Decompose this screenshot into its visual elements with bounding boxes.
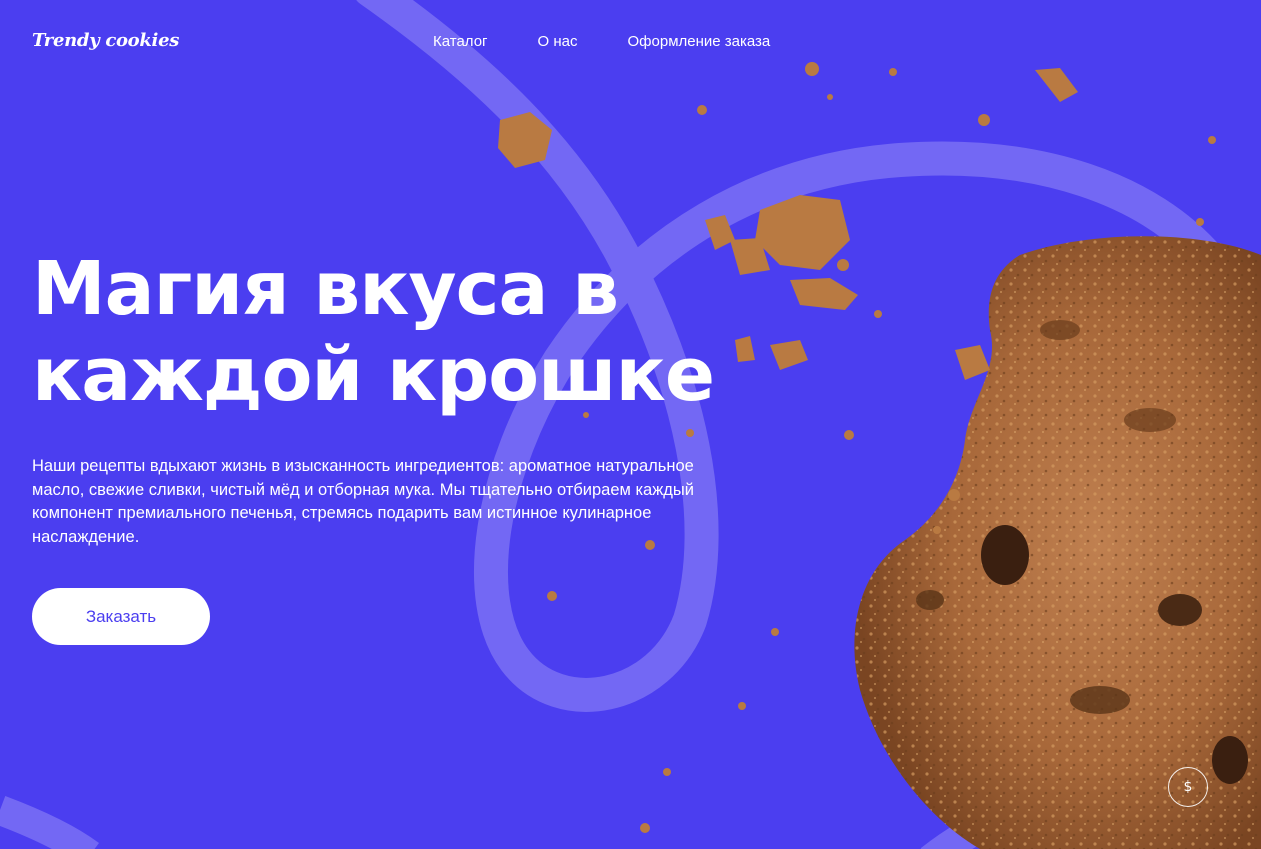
hero-title-line-2: каждой крошке	[32, 332, 715, 418]
hero-description: Наши рецепты вдыхают жизнь в изысканност…	[32, 457, 694, 546]
hero-title: Магия вкуса в каждой крошке	[32, 246, 792, 418]
logo-link[interactable]: Trendy cookies	[32, 30, 179, 51]
cookie-shape	[854, 236, 1261, 849]
cookie-crumbs	[498, 62, 1216, 833]
main-nav: Каталог О нас Оформление заказа	[433, 33, 820, 50]
dollar-icon: $	[1183, 779, 1193, 795]
currency-button[interactable]: $	[1168, 767, 1208, 807]
hero-title-line-1: Магия вкуса в	[32, 246, 619, 332]
nav-item-catalog[interactable]: Каталог	[433, 33, 488, 50]
landing-page: Trendy cookies Каталог О нас Оформление …	[0, 0, 1261, 849]
nav-item-checkout[interactable]: Оформление заказа	[628, 33, 771, 50]
order-button[interactable]: Заказать	[32, 588, 210, 645]
background-loop-decoration	[0, 0, 1227, 849]
nav-item-about[interactable]: О нас	[538, 33, 578, 50]
cookie-illustration	[498, 62, 1261, 849]
